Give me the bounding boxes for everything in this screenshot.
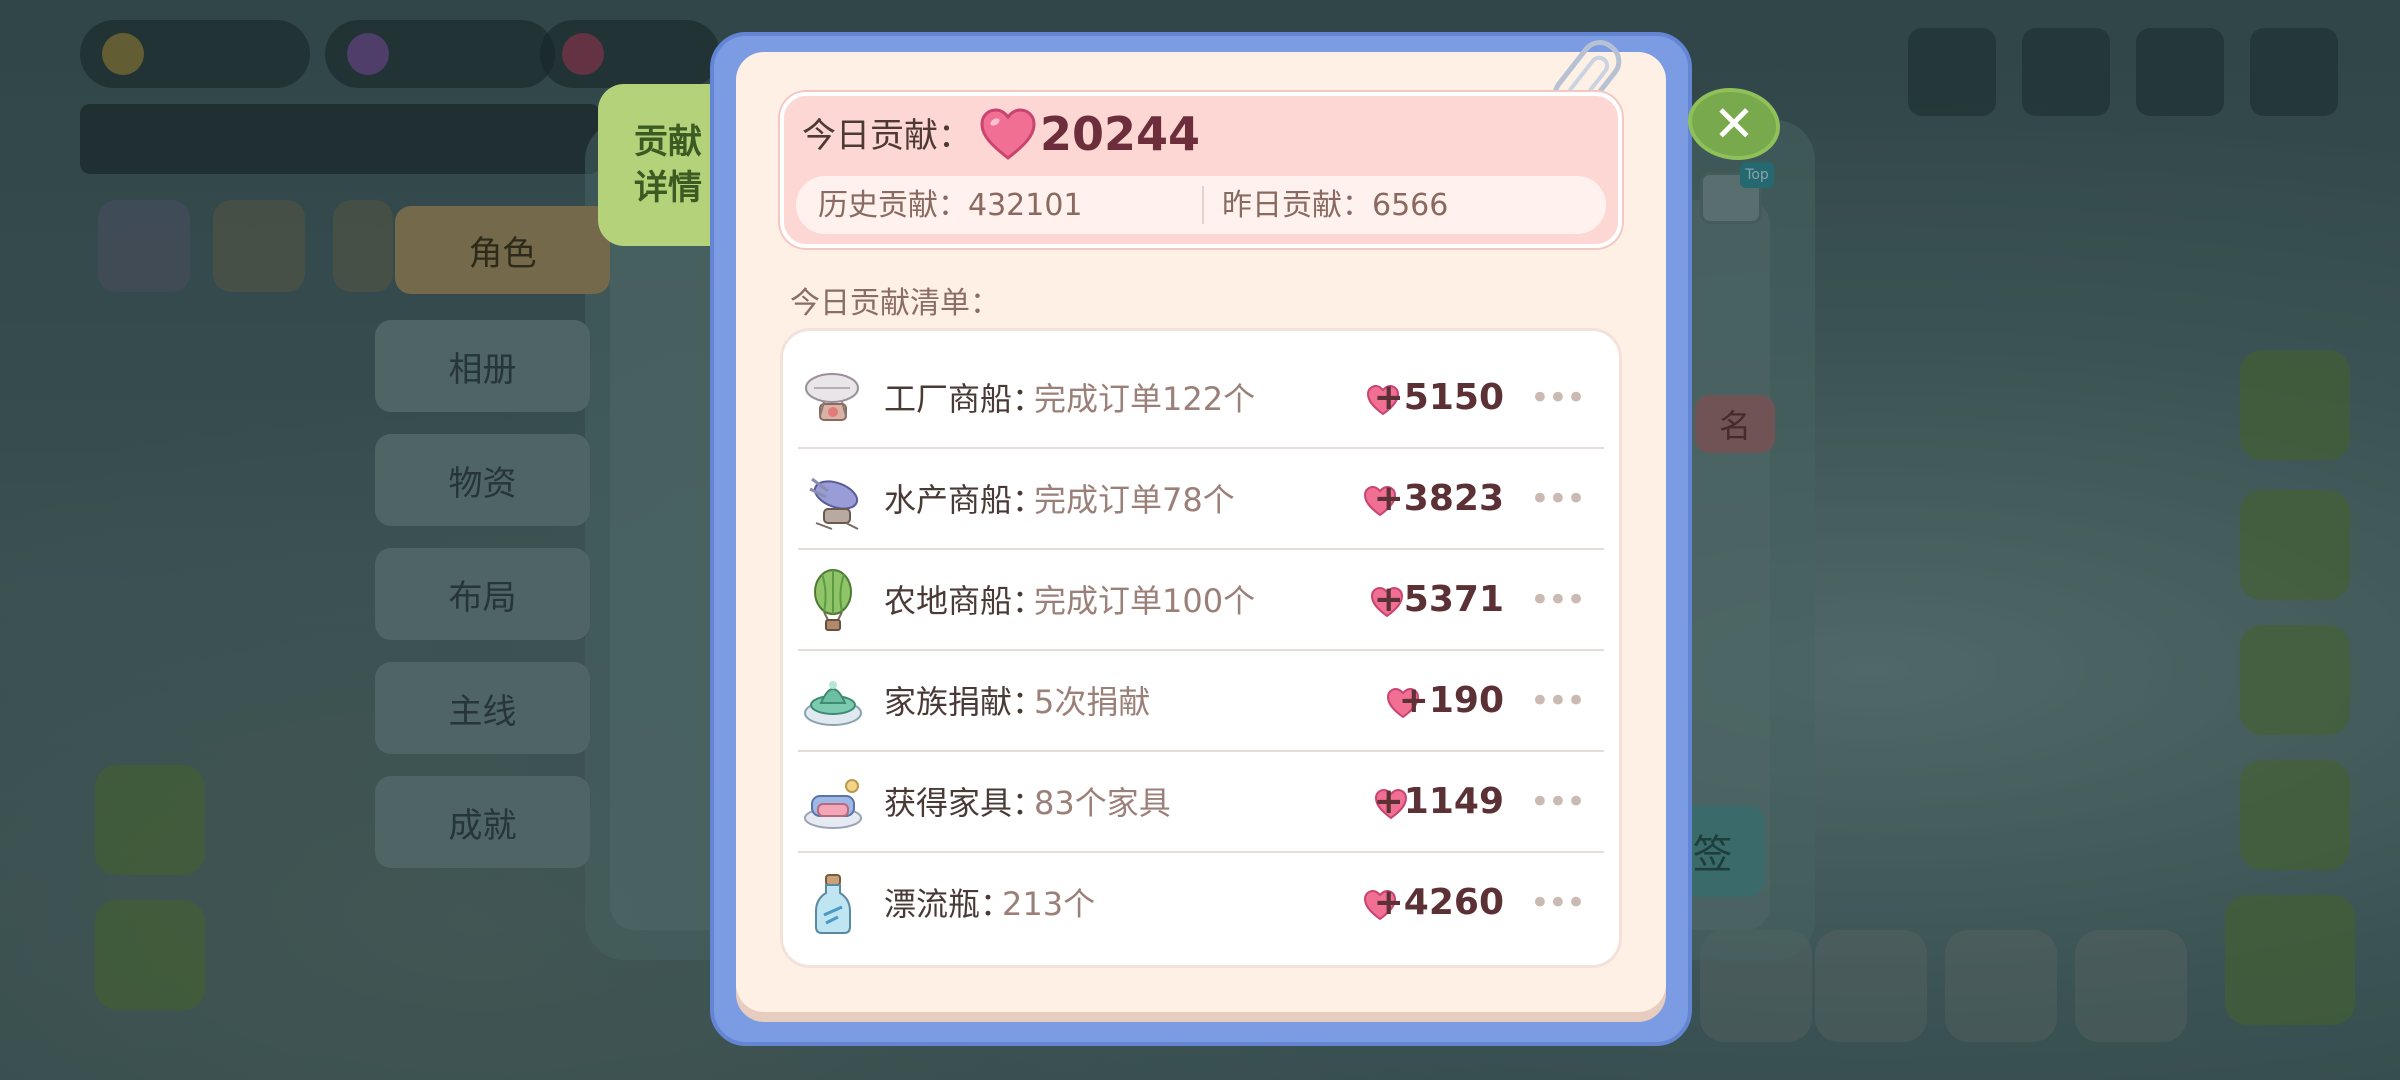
more-options-icon[interactable]: ••• <box>1530 477 1586 521</box>
history-contribution: 历史贡献：432101 <box>818 188 1083 223</box>
bottle-icon <box>815 874 851 934</box>
row-name: 农地商船： <box>884 582 1045 620</box>
summary-divider <box>1202 186 1204 224</box>
list-item-drift-bottle: 漂流瓶： 213个 +4260 ••• <box>798 853 1604 954</box>
more-options-icon[interactable]: ••• <box>1530 679 1586 723</box>
sofa-icon <box>804 779 862 829</box>
list-item-seafood-ship: 水产商船： 完成订单78个 +3823 ••• <box>798 449 1604 550</box>
row-name: 获得家具： <box>884 784 1045 822</box>
more-options-icon[interactable]: ••• <box>1530 881 1586 925</box>
row-desc: 83个家具 <box>1034 784 1171 822</box>
list-item-farm-ship: 农地商船： 完成订单100个 +5371 ••• <box>798 550 1604 651</box>
row-value: +3823 <box>1373 478 1504 519</box>
airship-icon <box>805 373 859 421</box>
row-value: +190 <box>1398 680 1504 721</box>
list-item-factory-ship: 工厂商船： 完成订单122个 +5150 ••• <box>798 348 1604 449</box>
today-contribution-value: 20244 <box>1040 107 1201 161</box>
row-desc: 213个 <box>1002 885 1096 923</box>
more-options-icon[interactable]: ••• <box>1530 578 1586 622</box>
yesterday-contribution: 昨日贡献：6566 <box>1222 188 1449 223</box>
list-item-furniture: 获得家具： 83个家具 +1149 ••• <box>798 752 1604 853</box>
row-value: +5371 <box>1373 579 1504 620</box>
row-desc: 5次捐献 <box>1034 683 1151 721</box>
today-list-title: 今日贡献清单： <box>790 286 1000 321</box>
row-value: +4260 <box>1373 882 1504 923</box>
today-contribution-label: 今日贡献： <box>802 116 972 156</box>
row-desc: 完成订单100个 <box>1034 582 1256 620</box>
row-name: 工厂商船： <box>884 380 1045 418</box>
row-value: +5150 <box>1373 377 1504 418</box>
tab-label-line-1: 贡献 <box>634 122 702 162</box>
more-options-icon[interactable]: ••• <box>1530 780 1586 824</box>
row-desc: 完成订单78个 <box>1034 481 1235 519</box>
row-name: 漂流瓶： <box>884 885 1013 923</box>
row-desc: 完成订单122个 <box>1034 380 1256 418</box>
row-name: 家族捐献： <box>884 683 1045 721</box>
balloon-icon <box>814 569 852 631</box>
fish-airship-icon <box>809 477 859 530</box>
more-options-icon[interactable]: ••• <box>1530 376 1586 420</box>
list-item-family-donation: 家族捐献： 5次捐献 +190 ••• <box>798 651 1604 752</box>
row-value: +1149 <box>1373 781 1504 822</box>
row-name: 水产商船： <box>884 481 1045 519</box>
heart-icon <box>980 108 1036 160</box>
tab-label-line-2: 详情 <box>634 168 702 208</box>
fountain-icon <box>804 681 862 726</box>
